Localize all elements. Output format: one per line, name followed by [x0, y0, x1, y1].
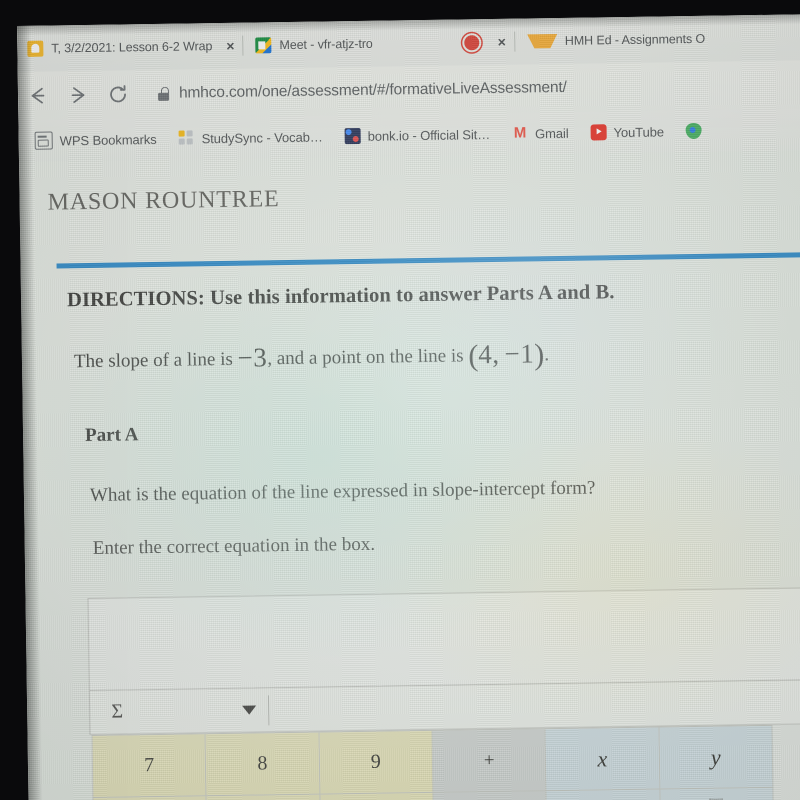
toolbar-separator [267, 694, 270, 725]
photographed-screen: T, 3/2/2021: Lesson 6-2 Wrap × Meet - vf… [0, 0, 800, 800]
recording-indicator-icon [462, 32, 482, 52]
bookmark-studysync[interactable]: StudySync - Vocab… [178, 128, 323, 146]
keypad-key-8[interactable]: 8 [205, 732, 321, 797]
hmh-ed-icon [526, 33, 557, 49]
browser-tab-classroom[interactable]: T, 3/2/2021: Lesson 6-2 Wrap × [17, 23, 241, 72]
student-name: MASON ROUNTREE [47, 186, 280, 216]
key-label: y [710, 744, 721, 770]
key-label: 7 [143, 754, 155, 777]
given-period: . [544, 344, 550, 366]
google-maps-icon [685, 122, 703, 140]
youtube-icon [590, 124, 607, 141]
given-point-y: −1 [504, 338, 535, 369]
assessment-page: MASON ROUNTREE DIRECTIONS: Use this info… [19, 150, 800, 800]
given-slope-value: −3 [237, 342, 268, 373]
tab-title: T, 3/2/2021: Lesson 6-2 Wrap [51, 39, 213, 56]
browser-tab-meet[interactable]: Meet - vfr-atjz-tro × [245, 19, 512, 69]
key-label: 9 [370, 750, 381, 773]
bookmark-google-maps[interactable] [685, 122, 709, 140]
forward-button[interactable] [58, 75, 99, 116]
tab-close-icon[interactable]: × [492, 34, 512, 50]
question-text: What is the equation of the line express… [89, 477, 596, 506]
caret-down-icon [242, 705, 257, 715]
given-point-x: 4, [478, 338, 500, 370]
given-text-2: , and a point on the line is [267, 345, 469, 370]
address-bar[interactable]: hmhco.com/one/assessment/#/formativeLive… [144, 67, 800, 111]
keypad-key-row2-4[interactable] [433, 791, 548, 800]
bonkio-icon [344, 127, 361, 145]
google-meet-icon [255, 37, 272, 54]
toolbar-dropdown-button[interactable] [144, 688, 265, 734]
keypad-key-row2-placeholder-y[interactable] [660, 787, 774, 800]
key-label: x [597, 745, 608, 771]
bookmark-wps-bookmarks[interactable]: WPS Bookmarks [34, 130, 157, 150]
tab-title: Meet - vfr-atjz-tro [279, 36, 373, 53]
lock-icon [158, 86, 170, 101]
keypad-key-9[interactable]: 9 [319, 730, 434, 795]
keypad-key-row2-3[interactable] [320, 792, 434, 800]
keypad-key-y[interactable]: y [659, 725, 774, 790]
directions-text: DIRECTIONS: Use this information to answ… [66, 281, 615, 312]
folder-icon [34, 131, 53, 150]
back-button[interactable] [18, 75, 59, 116]
given-information: The slope of a line is −3, and a point o… [74, 338, 550, 379]
given-text-1: The slope of a line is [73, 348, 238, 373]
bookmark-label: bonk.io - Official Sit… [367, 126, 491, 144]
keypad-key-row2-placeholder-x[interactable] [546, 789, 661, 800]
key-label: + [483, 749, 495, 771]
url-text: hmhco.com/one/assessment/#/formativeLive… [178, 78, 567, 102]
accent-divider [56, 252, 800, 269]
bookmark-label: Gmail [534, 125, 569, 141]
keypad-key-row2-2[interactable] [206, 794, 321, 800]
keypad-key-plus[interactable]: + [432, 729, 547, 793]
key-label: 8 [257, 752, 268, 775]
tab-separator [242, 35, 244, 56]
answer-input[interactable] [87, 587, 800, 692]
tab-close-icon[interactable]: × [220, 38, 240, 54]
bookmark-bonkio[interactable]: bonk.io - Official Sit… [344, 126, 491, 145]
bookmark-gmail[interactable]: M Gmail [512, 124, 569, 142]
keypad-key-7[interactable]: 7 [92, 734, 207, 798]
bookmark-label: YouTube [613, 123, 665, 140]
instruction-text: Enter the correct equation in the box. [92, 533, 376, 559]
bookmark-youtube[interactable]: YouTube [590, 123, 665, 141]
keypad-key-x[interactable]: x [545, 727, 661, 792]
bookmark-label: StudySync - Vocab… [201, 128, 323, 146]
gmail-icon: M [513, 124, 527, 142]
tab-spacer [381, 43, 455, 44]
browser-window: T, 3/2/2021: Lesson 6-2 Wrap × Meet - vf… [17, 14, 800, 800]
sigma-icon[interactable]: Σ [90, 690, 145, 735]
part-a-label: Part A [84, 424, 139, 447]
keypad-key-row2-1[interactable] [93, 796, 208, 800]
studysync-icon [178, 130, 195, 146]
math-keypad: 7 8 9 + x y [91, 724, 774, 800]
bookmark-label: WPS Bookmarks [59, 131, 157, 148]
tab-separator [513, 31, 516, 52]
google-classroom-icon [27, 40, 44, 57]
reload-button[interactable] [98, 74, 139, 115]
browser-tab-hmh[interactable]: HMH Ed - Assignments O [517, 16, 706, 65]
tab-title: HMH Ed - Assignments O [564, 31, 706, 48]
